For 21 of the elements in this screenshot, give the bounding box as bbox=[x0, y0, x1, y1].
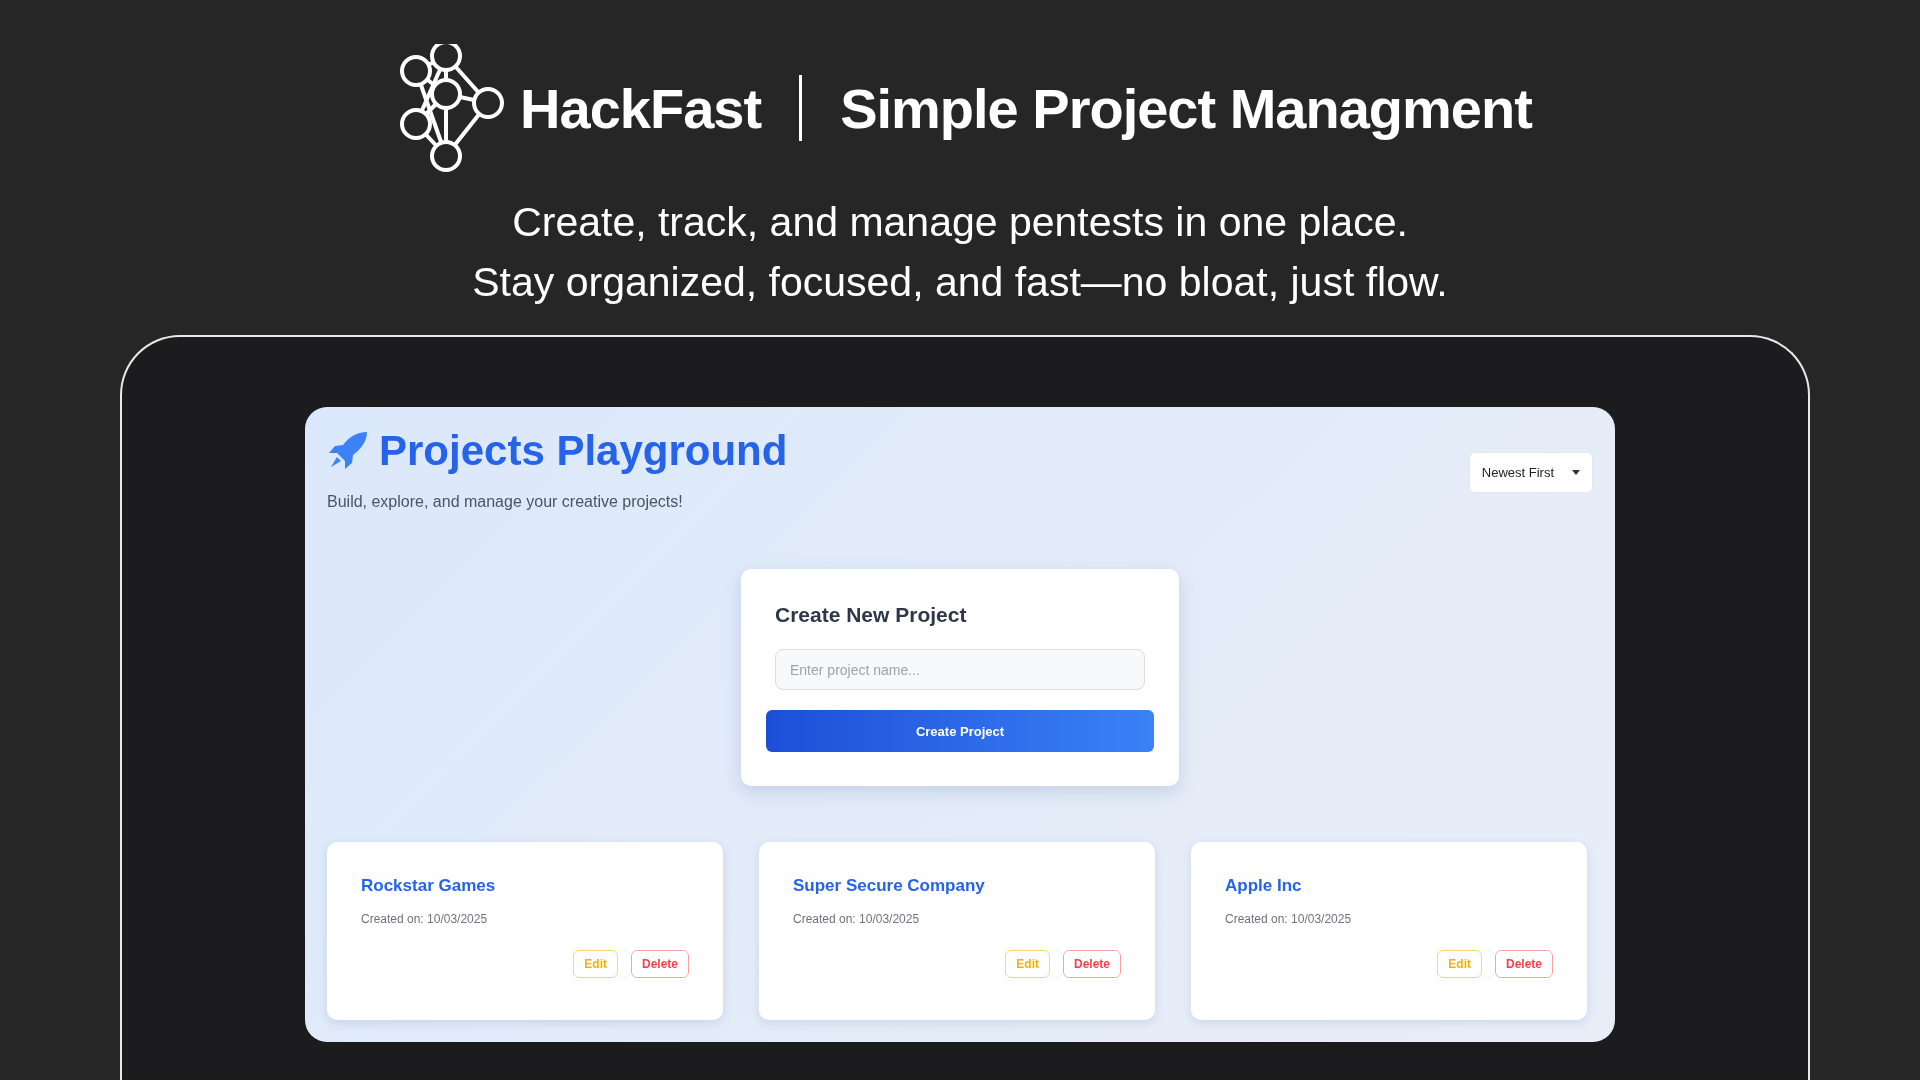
tagline: Stay organized, focused, and fast—no bloat, just flow. bbox=[472, 258, 1448, 307]
app-subtitle: Build, explore, and manage your creative projects! bbox=[327, 493, 684, 511]
created-date: Created on: 10/03/2025 bbox=[361, 912, 489, 926]
create-project-button[interactable]: Create Project bbox=[766, 710, 1154, 752]
project-name-field[interactable]: Enter project name... bbox=[775, 649, 1145, 690]
create-heading: Create New Project bbox=[775, 603, 968, 627]
brand-name: HackFast bbox=[520, 75, 762, 141]
app-title: Projects Playground bbox=[379, 427, 788, 475]
delete-button[interactable]: Delete bbox=[1494, 950, 1553, 978]
banner-title: Simple Project Managment bbox=[840, 75, 1532, 141]
project-name: Rockstar Games bbox=[361, 876, 497, 896]
delete-button[interactable]: Delete bbox=[630, 950, 689, 978]
created-date: Created on: 10/03/2025 bbox=[1225, 912, 1353, 926]
rocket-icon bbox=[327, 431, 369, 471]
created-date: Created on: 10/03/2025 bbox=[793, 912, 921, 926]
project-name: Super Secure Company bbox=[793, 876, 986, 896]
project-name: Apple Inc bbox=[1225, 876, 1303, 896]
caret-icon bbox=[1572, 470, 1580, 475]
sort-dropdown[interactable]: Newest First bbox=[1468, 452, 1593, 493]
delete-button[interactable]: Delete bbox=[1062, 950, 1121, 978]
tagline: Create, track, and manage pentests in one place. bbox=[512, 198, 1408, 247]
